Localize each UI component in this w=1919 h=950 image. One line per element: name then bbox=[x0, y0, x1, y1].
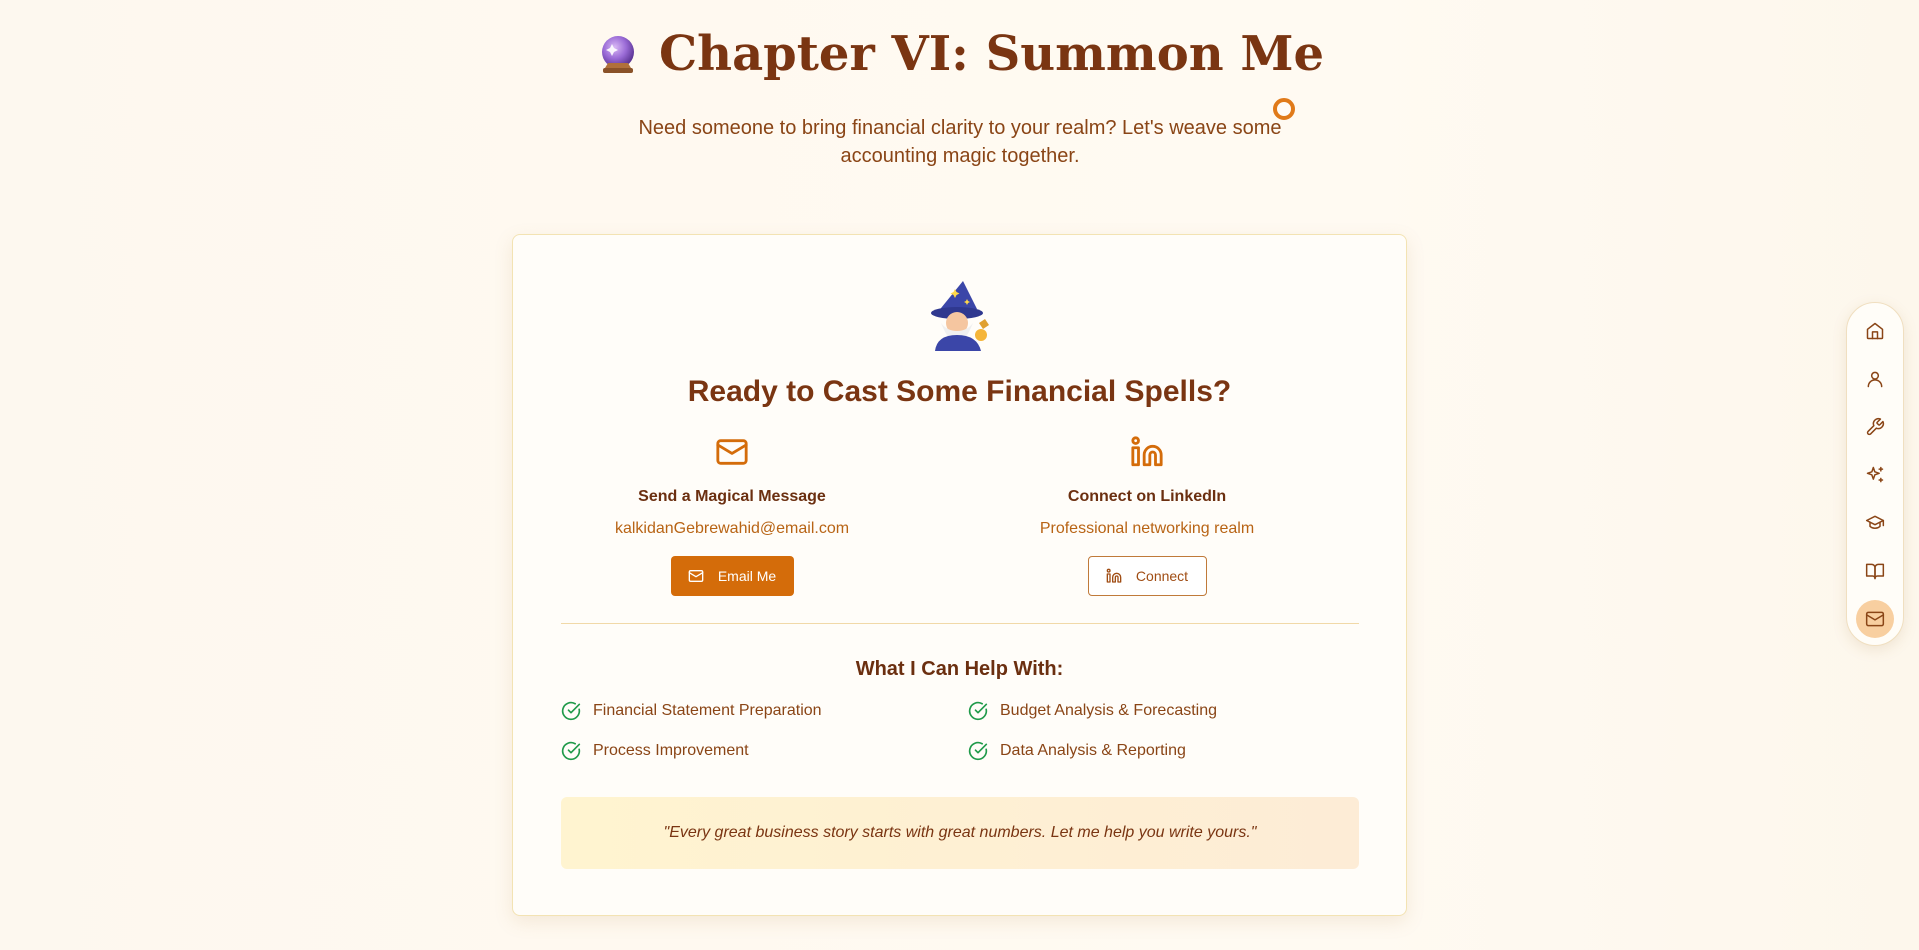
check-circle-icon bbox=[561, 701, 581, 721]
connect-button-label: Connect bbox=[1135, 568, 1189, 584]
wrench-icon bbox=[1866, 417, 1885, 436]
wizard-icon bbox=[513, 279, 1406, 356]
help-list-item: Data Analysis & Reporting bbox=[968, 741, 1186, 761]
help-list-item: Financial Statement Preparation bbox=[561, 701, 822, 721]
check-circle-icon bbox=[968, 701, 988, 721]
mail-icon bbox=[1865, 611, 1885, 627]
nav-item-education[interactable] bbox=[1856, 504, 1894, 542]
book-open-icon bbox=[1865, 563, 1885, 580]
linkedin-icon bbox=[1106, 568, 1122, 583]
title-row: Chapter VI: Summon Me bbox=[0, 26, 1919, 84]
card-heading: Ready to Cast Some Financial Spells? bbox=[687, 375, 1232, 408]
check-circle-icon bbox=[561, 741, 581, 761]
email-section-title: Send a Magical Message bbox=[638, 488, 826, 505]
contact-card: Ready to Cast Some Financial Spells? Sen… bbox=[512, 234, 1407, 916]
help-item-label: Data Analysis & Reporting bbox=[1000, 742, 1186, 759]
help-item-label: Budget Analysis & Forecasting bbox=[1000, 702, 1218, 719]
email-me-button-label: Email Me bbox=[717, 568, 777, 584]
side-nav bbox=[1846, 302, 1904, 646]
check-circle-icon bbox=[968, 741, 988, 761]
help-list-item: Process Improvement bbox=[561, 741, 749, 761]
nav-item-about[interactable] bbox=[1856, 360, 1894, 398]
connect-button[interactable]: Connect bbox=[1087, 556, 1207, 596]
linkedin-icon bbox=[1130, 435, 1164, 469]
linkedin-section-title: Connect on LinkedIn bbox=[1067, 488, 1227, 505]
divider bbox=[561, 623, 1359, 624]
nav-item-contact[interactable] bbox=[1856, 600, 1894, 638]
email-me-button[interactable]: Email Me bbox=[670, 556, 794, 596]
user-icon bbox=[1867, 371, 1883, 388]
help-item-label: Process Improvement bbox=[593, 742, 749, 759]
graduation-cap-icon bbox=[1865, 515, 1885, 529]
help-list-item: Budget Analysis & Forecasting bbox=[968, 701, 1217, 721]
linkedin-subtitle: Professional networking realm bbox=[1039, 520, 1255, 537]
email-address: kalkidanGebrewahid@email.com bbox=[614, 520, 850, 537]
linkedin-contact-section: Connect on LinkedIn Professional network… bbox=[967, 435, 1327, 596]
nav-item-skills[interactable] bbox=[1856, 408, 1894, 446]
mail-icon bbox=[715, 435, 749, 469]
help-item-label: Financial Statement Preparation bbox=[593, 702, 822, 719]
mail-icon bbox=[688, 570, 704, 582]
quote-box: "Every great business story starts with … bbox=[561, 797, 1359, 869]
email-contact-section: Send a Magical Message kalkidanGebrewahi… bbox=[552, 435, 912, 596]
help-heading: What I Can Help With: bbox=[855, 658, 1064, 680]
quote-text: "Every great business story starts with … bbox=[663, 824, 1257, 841]
nav-item-projects[interactable] bbox=[1856, 456, 1894, 494]
page-subtitle: Need someone to bring financial clarity … bbox=[638, 117, 1282, 167]
cursor-ring-icon bbox=[1273, 98, 1295, 120]
crystal-ball-icon bbox=[595, 32, 641, 78]
sparkles-icon bbox=[1866, 466, 1884, 483]
nav-item-story[interactable] bbox=[1856, 552, 1894, 590]
home-icon bbox=[1866, 322, 1884, 340]
nav-item-home[interactable] bbox=[1856, 312, 1894, 350]
page-title: Chapter VI: Summon Me bbox=[658, 26, 1325, 82]
